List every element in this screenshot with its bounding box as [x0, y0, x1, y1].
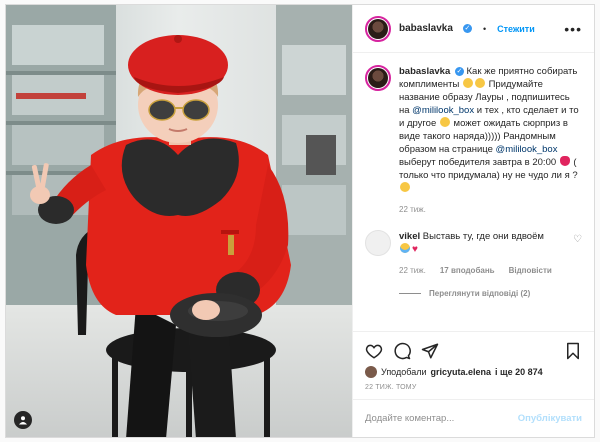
- mention-link[interactable]: @mililook_box: [412, 105, 474, 116]
- heart-icon[interactable]: [365, 342, 383, 360]
- liked-by-user[interactable]: gricyuta.elena: [430, 367, 491, 377]
- photo-illustration: [6, 5, 352, 437]
- comment-meta: 22 тиж. 17 вподобань Відповісти: [399, 264, 561, 277]
- crying-emoji-icon: [400, 243, 410, 253]
- post-header: babaslavka ✓ • Стежити •••: [353, 5, 594, 53]
- caption-time[interactable]: 22 тиж.: [399, 203, 426, 216]
- separator-dot: •: [482, 23, 487, 34]
- thinking-emoji-icon: [400, 182, 410, 192]
- pepper-emoji-icon: [559, 156, 570, 166]
- view-replies-button[interactable]: Переглянути відповіді (2): [399, 289, 582, 298]
- caption-row: babaslavka ✓ Как же приятно собирать ком…: [365, 65, 582, 216]
- liker-avatar[interactable]: [365, 366, 377, 378]
- verified-icon: ✓: [454, 66, 464, 76]
- verified-icon: ✓: [462, 24, 472, 33]
- action-icons: [365, 338, 582, 364]
- author-username[interactable]: babaslavka: [399, 23, 453, 34]
- publish-button[interactable]: Опублікувати: [518, 413, 582, 424]
- post-timestamp[interactable]: 22 тиж. тому: [365, 384, 582, 391]
- follow-button[interactable]: Стежити: [497, 24, 535, 34]
- post-sidebar: babaslavka ✓ • Стежити ••• babaslavka ✓ …: [352, 5, 594, 437]
- bookmark-icon[interactable]: [564, 342, 582, 360]
- comment-input[interactable]: [365, 413, 518, 424]
- caption-username[interactable]: babaslavka: [399, 66, 450, 77]
- caption-text: babaslavka ✓ Как же приятно собирать ком…: [399, 65, 582, 216]
- grinning-emoji-icon: [439, 117, 450, 127]
- liked-by-count[interactable]: і ще 20 874: [495, 367, 543, 377]
- action-bar: Уподобали gricyuta.elena і ще 20 874 22 …: [353, 331, 594, 391]
- author-avatar[interactable]: [365, 15, 391, 42]
- caption-avatar[interactable]: [365, 65, 391, 91]
- comments-list: babaslavka ✓ Как же приятно собирать ком…: [353, 53, 594, 331]
- reply-button[interactable]: Відповісти: [509, 264, 552, 277]
- red-heart-emoji-icon: ♥: [412, 244, 418, 255]
- commenter-username[interactable]: vikel: [399, 231, 420, 242]
- comment-text: vikel Выставь ту, где они вдвоём ♥ 22 ти…: [399, 230, 561, 277]
- commenter-avatar[interactable]: [365, 230, 391, 256]
- comment-row: vikel Выставь ту, где они вдвоём ♥ 22 ти…: [365, 230, 582, 277]
- add-comment-bar: Опублікувати: [353, 399, 594, 437]
- user-tag-icon[interactable]: [14, 411, 32, 429]
- comment-like-heart-icon[interactable]: ♡: [573, 234, 582, 245]
- replies-line: [399, 293, 421, 294]
- liked-by: Уподобали gricyuta.elena і ще 20 874: [365, 366, 582, 378]
- comment-content: Выставь ту, где они вдвоём: [422, 231, 544, 242]
- comment-likes[interactable]: 17 вподобань: [440, 264, 495, 277]
- view-replies-label: Переглянути відповіді (2): [429, 289, 531, 298]
- caption-part: выберут победителя завтра в 20:00: [399, 157, 557, 168]
- comment-icon[interactable]: [393, 342, 411, 360]
- mention-link[interactable]: @mililook_box: [496, 144, 558, 155]
- post-card: babaslavka ✓ • Стежити ••• babaslavka ✓ …: [5, 4, 595, 438]
- post-photo[interactable]: [6, 5, 352, 437]
- grinning-emoji-icon: [462, 78, 473, 88]
- comment-time[interactable]: 22 тиж.: [399, 264, 426, 277]
- liked-by-prefix: Уподобали: [381, 367, 427, 377]
- caption-meta: 22 тиж.: [399, 203, 582, 216]
- grinning-emoji-icon: [474, 78, 485, 88]
- more-options-icon[interactable]: •••: [564, 21, 582, 37]
- share-icon[interactable]: [421, 342, 439, 360]
